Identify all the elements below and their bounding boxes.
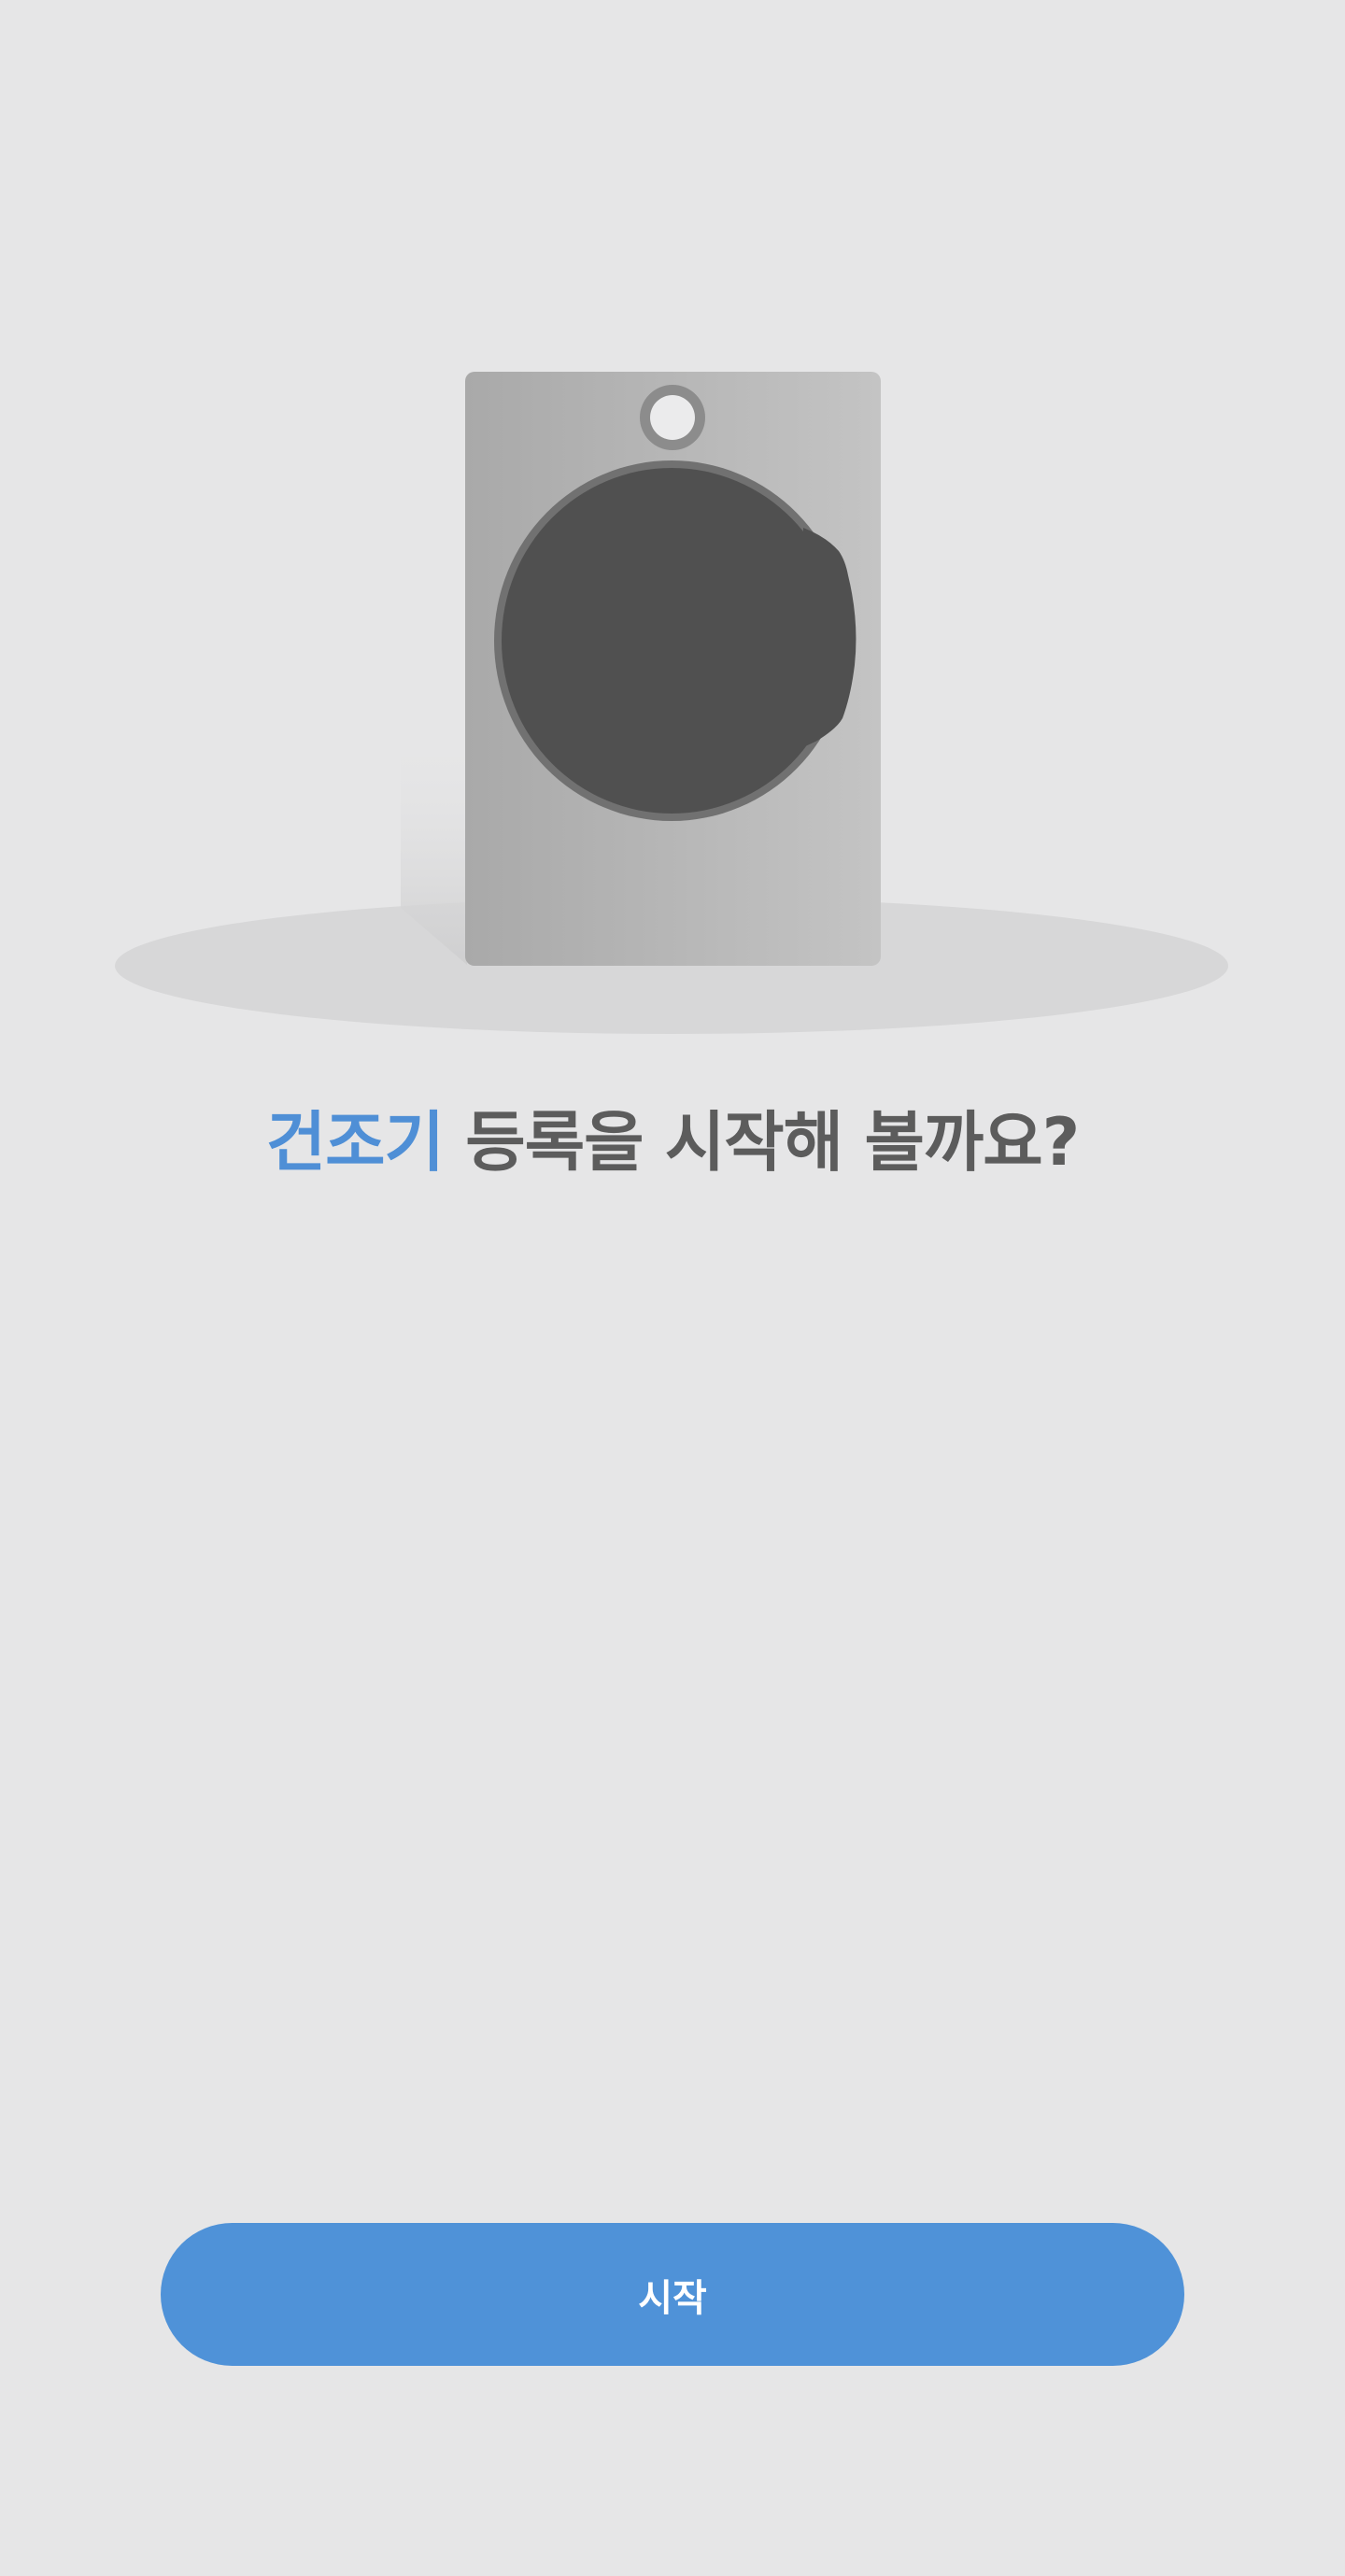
page-title: 건조기 등록을 시작해 볼까요? [0,1100,1345,1184]
dryer-illustration [115,372,1228,1034]
start-button-label: 시작 [638,2276,707,2320]
device-type-highlight: 건조기 [265,1104,445,1181]
door-glass [502,468,842,814]
title-rest: 등록을 시작해 볼까요? [443,1104,1080,1181]
start-button[interactable]: 시작 [161,2223,1184,2366]
control-knob-center [650,395,695,440]
